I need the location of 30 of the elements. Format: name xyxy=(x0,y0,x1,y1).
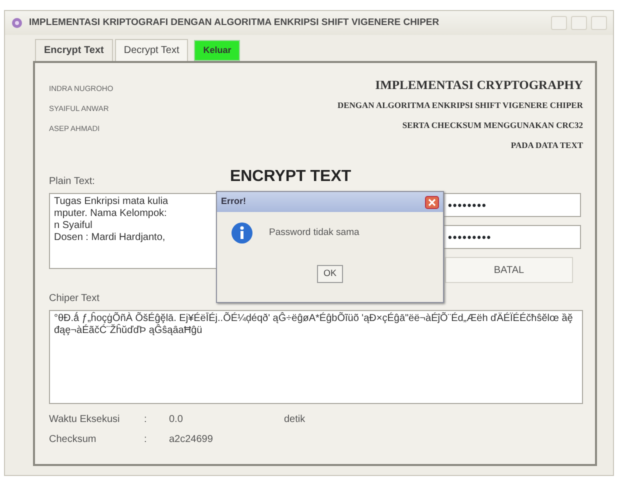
chiper-text-label: Chiper Text xyxy=(49,292,100,306)
result-value: a2c24699 xyxy=(169,433,214,447)
info-icon xyxy=(231,222,253,244)
section-title: ENCRYPT TEXT xyxy=(230,167,352,187)
separator: : xyxy=(144,433,148,447)
cancel-button[interactable]: BATAL xyxy=(445,257,573,283)
password-field[interactable]: •••••••• xyxy=(441,193,581,217)
unit-label: detik xyxy=(284,413,306,427)
chiper-text-area[interactable]: °θÐ.ǻ ƒ„ĥoçġÕñÀ ÕšÉĝḝlā. Ej¥ÉëĪÉj..ÕÉ¼ḑéqð' ąĜ÷ëĝøA*ÉĝbÕĩüõ 'ąĐ×çÉĝā"ëë¬àÉĵÕ¨Éd„Æëh ďÄÉÏÉÉčħŝĕlœ ȁḝđąȩ¬àÉãčĆ¨ŽĥŭďďÞ ąĜŝąȃaĦĝü xyxy=(49,310,583,404)
password-field[interactable]: ••••••••• xyxy=(441,225,581,249)
result-value: 0.0 xyxy=(169,413,184,427)
heading-line: SERTA CHECKSUM MENGGUNAKAN CRC32 xyxy=(401,119,583,132)
minimize-button[interactable] xyxy=(551,16,567,30)
close-button[interactable] xyxy=(591,16,607,30)
exit-button[interactable]: Keluar xyxy=(194,40,240,61)
heading-line: DENGAN ALGORITMA ENKRIPSI SHIFT VIGENERE CHIPER xyxy=(337,99,583,112)
ok-button[interactable]: OK xyxy=(317,265,342,282)
dialog-title: Error! xyxy=(221,195,246,208)
tab[interactable]: Decrypt Text xyxy=(114,39,188,61)
window-title: IMPLEMENTASI KRIPTOGRAFI DENGAN ALGORITMA ENKRIPSI SHIFT VIGENERE CHIPER xyxy=(29,16,440,30)
close-icon[interactable] xyxy=(425,196,439,208)
result-label: Checksum xyxy=(49,433,98,447)
app-icon xyxy=(11,17,23,29)
maximize-button[interactable] xyxy=(571,16,587,30)
heading-line: PADA DATA TEXT xyxy=(510,139,583,152)
tab[interactable]: Encrypt Text xyxy=(35,39,113,61)
plain-text-label: Plain Text: xyxy=(49,175,95,189)
heading-line: IMPLEMENTASI CRYPTOGRAPHY xyxy=(374,77,583,94)
separator: : xyxy=(144,413,148,427)
result-label: Waktu Eksekusi xyxy=(49,413,121,427)
